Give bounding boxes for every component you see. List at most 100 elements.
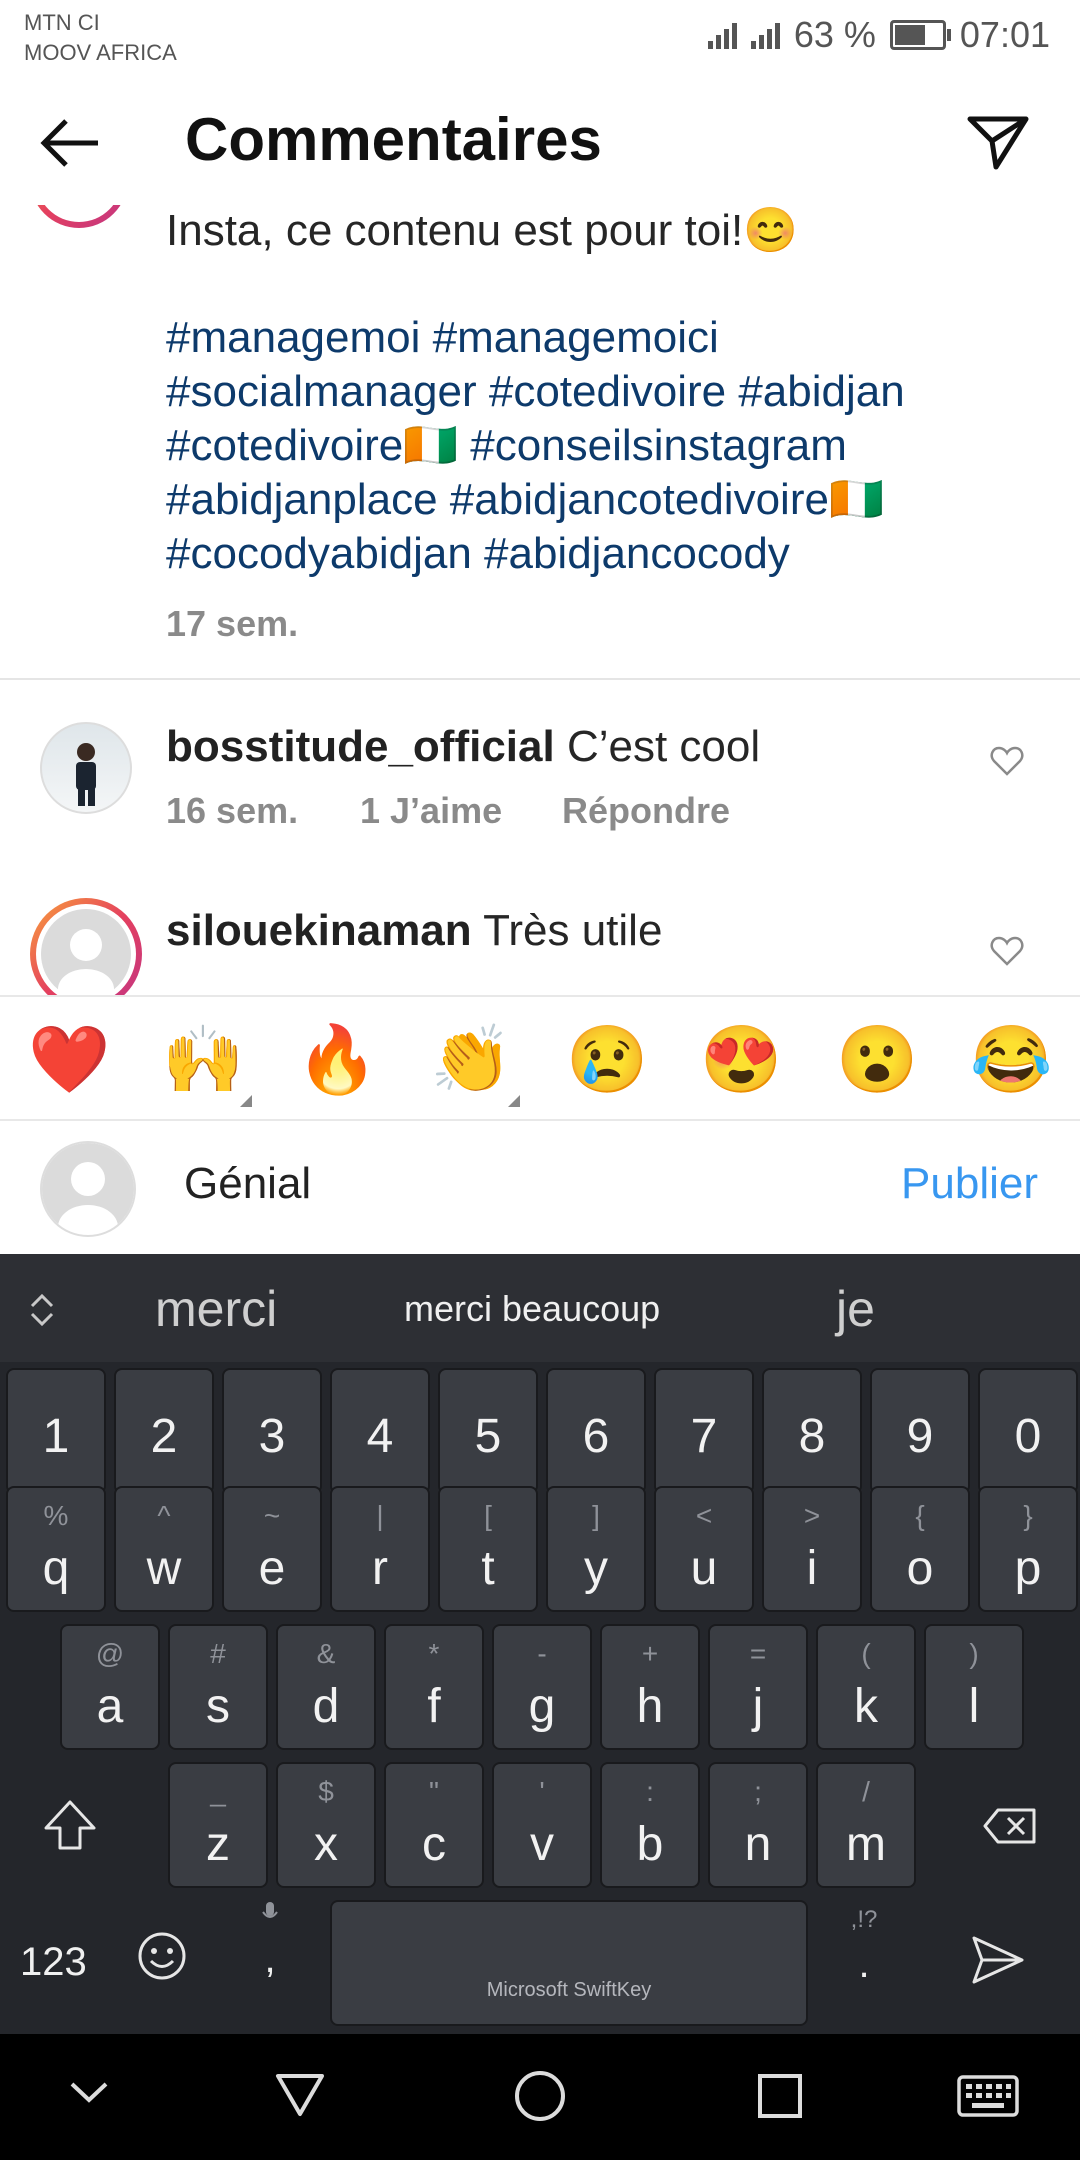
key-t[interactable]: [t (438, 1486, 538, 1612)
key-label: c (422, 1818, 446, 1871)
key-p[interactable]: } p (978, 1486, 1078, 1612)
key-m[interactable]: / m (816, 1762, 916, 1888)
key-label: z (206, 1818, 230, 1871)
emoji-surprised[interactable]: 😮 (836, 1019, 918, 1099)
key-x[interactable]: $ x (276, 1762, 376, 1888)
suggestion[interactable]: merci beaucoup (404, 1288, 660, 1330)
key-q[interactable]: % q (6, 1486, 106, 1612)
numbers-toggle-key[interactable]: 123 (20, 1940, 87, 1985)
suggestion[interactable]: je (836, 1280, 875, 1338)
key-5[interactable]: 5 (438, 1368, 538, 1494)
circle-home-icon (515, 2071, 565, 2121)
key-label: y (584, 1542, 608, 1595)
key-label: o (906, 1542, 934, 1595)
key-7[interactable]: 7 (654, 1368, 754, 1494)
hashtag-line[interactable]: #cotedivoire🇨🇮 #conseilsinstagram (166, 419, 1066, 473)
heart-icon (990, 746, 1024, 776)
key-1[interactable]: 1 (6, 1368, 106, 1494)
key-0[interactable]: 0 (978, 1368, 1078, 1494)
publish-button[interactable]: Publier (901, 1159, 1038, 1209)
back-button[interactable] (36, 113, 106, 173)
key-secondary-label: $ (318, 1776, 334, 1807)
key-z[interactable]: _ z (168, 1762, 268, 1888)
send-key[interactable] (970, 1934, 1026, 1991)
home-nav-button[interactable] (512, 2068, 568, 2129)
key-r[interactable]: | r (330, 1486, 430, 1612)
like-button[interactable] (990, 936, 1024, 971)
key-label: e (258, 1542, 286, 1595)
hashtag-line[interactable]: #abidjanplace #abidjancotedivoire🇨🇮 (166, 473, 1066, 527)
backspace-key[interactable] (982, 1806, 1038, 1851)
suggestion[interactable]: merci (155, 1280, 277, 1338)
emoji-heart-eyes[interactable]: 😍 (700, 1019, 782, 1099)
emoji-laughing[interactable]: 😂 (970, 1019, 1052, 1099)
key-label: 9 (906, 1410, 934, 1463)
period-key[interactable]: ,!? . (846, 1906, 882, 1987)
key-label: 5 (474, 1410, 502, 1463)
shift-key[interactable] (42, 1798, 98, 1857)
key-i[interactable]: > i (762, 1486, 862, 1612)
key-f[interactable]: * f (384, 1624, 484, 1750)
send-icon (967, 116, 1029, 170)
back-nav-button[interactable] (274, 2070, 326, 2123)
key-label: n (744, 1818, 772, 1871)
caption-hashtags[interactable]: #managemoi #managemoici #socialmanager #… (166, 311, 1066, 581)
key-4[interactable]: 4 (330, 1368, 430, 1494)
reply-button[interactable]: Répondre (562, 790, 730, 832)
comment-input[interactable]: Génial (184, 1159, 311, 1209)
emoji-raised-hands[interactable]: 🙌 (162, 1019, 252, 1107)
key-c[interactable]: " c (384, 1762, 484, 1888)
hide-keyboard-button[interactable] (66, 2078, 112, 2113)
key-j[interactable]: = j (708, 1624, 808, 1750)
comment-username[interactable]: bosstitude_official (166, 722, 555, 771)
key-h[interactable]: + h (600, 1624, 700, 1750)
emoji-heart[interactable]: ❤️ (28, 1019, 110, 1099)
key-label: 4 (366, 1410, 394, 1463)
avatar[interactable] (30, 898, 142, 995)
comma-key[interactable]: , (258, 1900, 282, 1982)
hashtag-line[interactable]: #managemoi #managemoici (166, 311, 1066, 365)
key-secondary-label: > (803, 1500, 821, 1531)
key-label: g (528, 1680, 556, 1733)
emoji-key[interactable] (136, 1930, 188, 1987)
key-g[interactable]: -g (492, 1624, 592, 1750)
emoji-fire[interactable]: 🔥 (296, 1019, 378, 1099)
key-a[interactable]: @ a (60, 1624, 160, 1750)
keyboard-switch-button[interactable] (956, 2074, 1020, 2123)
key-3[interactable]: 3 (222, 1368, 322, 1494)
key-secondary-label: _ (210, 1776, 226, 1807)
recents-nav-button[interactable] (756, 2072, 804, 2125)
key-n[interactable]: ; n (708, 1762, 808, 1888)
key-k[interactable]: (k (816, 1624, 916, 1750)
key-o[interactable]: {o (870, 1486, 970, 1612)
key-8[interactable]: 8 (762, 1368, 862, 1494)
key-u[interactable]: < u (654, 1486, 754, 1612)
key-6[interactable]: 6 (546, 1368, 646, 1494)
key-d[interactable]: & d (276, 1624, 376, 1750)
emoji-clap[interactable]: 👏 (430, 1019, 520, 1107)
key-label: a (96, 1680, 124, 1733)
key-label: 3 (258, 1410, 286, 1463)
key-v[interactable]: ' v (492, 1762, 592, 1888)
key-9[interactable]: 9 (870, 1368, 970, 1494)
like-button[interactable] (990, 746, 1024, 781)
key-y[interactable]: ] y (546, 1486, 646, 1612)
key-l[interactable]: ) l (924, 1624, 1024, 1750)
key-e[interactable]: ~ e (222, 1486, 322, 1612)
battery-percent: 63 % (793, 14, 876, 55)
avatar[interactable] (40, 722, 132, 814)
comment-likes[interactable]: 1 J’aime (360, 790, 502, 832)
emoji-crying[interactable]: 😢 (566, 1019, 648, 1099)
key-label: w (146, 1542, 182, 1595)
expand-toolbar-button[interactable] (26, 1290, 58, 1335)
key-w[interactable]: ^ w (114, 1486, 214, 1612)
share-button[interactable] (966, 111, 1030, 171)
key-s[interactable]: # s (168, 1624, 268, 1750)
space-key[interactable]: Microsoft SwiftKey (330, 1900, 808, 2026)
hashtag-line[interactable]: #cocodyabidjan #abidjancocody (166, 527, 1066, 581)
key-2[interactable]: 2 (114, 1368, 214, 1494)
hashtag-line[interactable]: #socialmanager #cotedivoire #abidjan (166, 365, 1066, 419)
battery-icon (889, 20, 951, 50)
key-b[interactable]: :b (600, 1762, 700, 1888)
comment-username[interactable]: silouekinaman (166, 906, 472, 955)
